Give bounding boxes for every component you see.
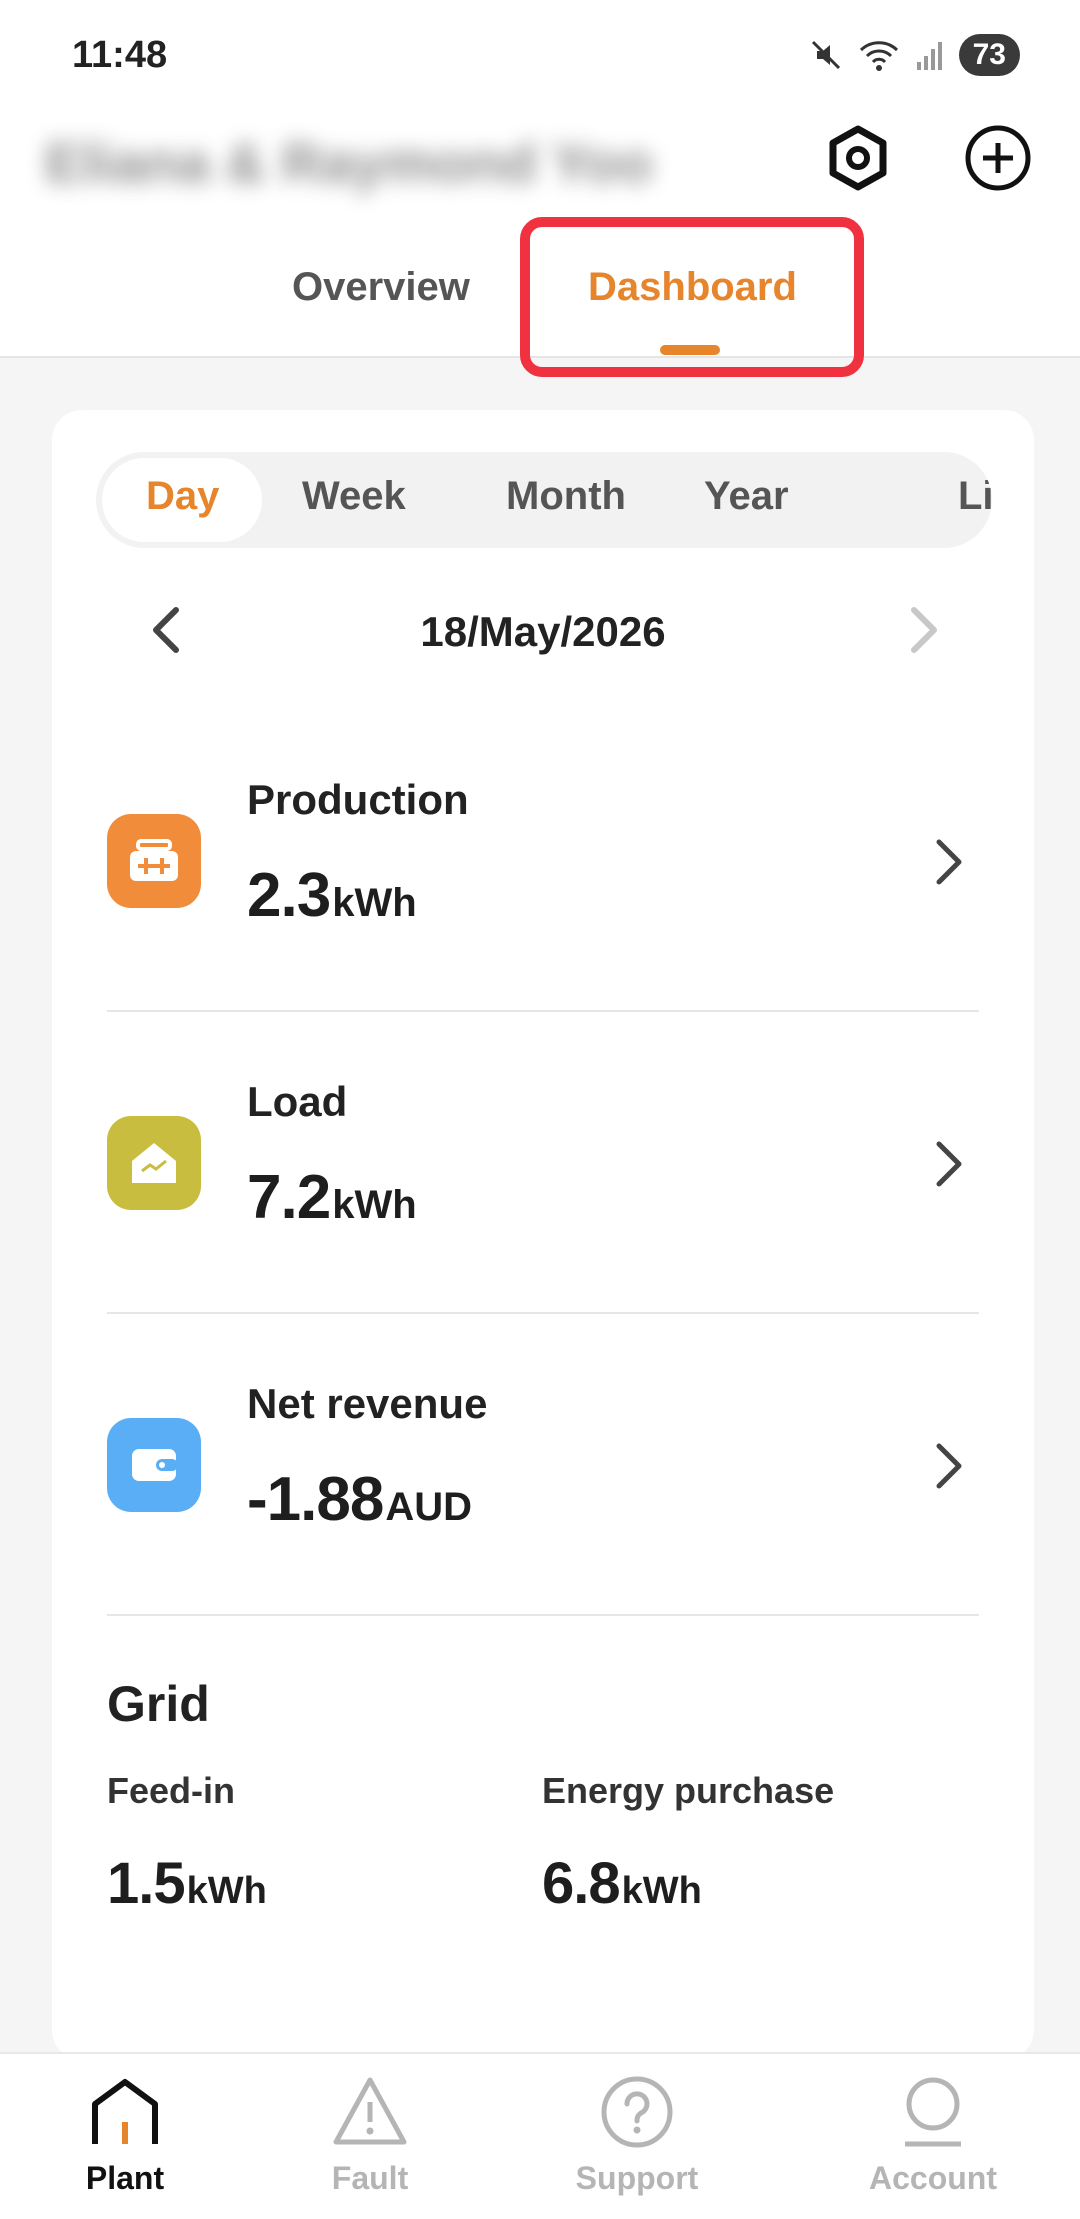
plant-house-icon (25, 2072, 225, 2152)
chevron-right-icon (929, 834, 969, 895)
current-date: 18/May/2026 (420, 608, 666, 655)
net-revenue-label: Net revenue (247, 1380, 488, 1427)
load-number: 7.2 (247, 1163, 331, 1232)
net-revenue-value: -1.88AUD (247, 1464, 472, 1535)
plant-name[interactable]: Eliana & Raymond Yoo (45, 130, 765, 198)
nav-account[interactable]: Account (833, 2072, 1033, 2197)
feed-in-number: 1.5 (107, 1851, 186, 1916)
feed-in-block: Feed-in 1.5kWh (107, 1770, 267, 1917)
dashboard-highlight-box (520, 217, 864, 377)
home-load-icon (107, 1116, 201, 1210)
period-day[interactable]: Day (146, 474, 219, 519)
status-time: 11:48 (72, 34, 168, 76)
add-button[interactable] (958, 118, 1038, 198)
chevron-right-icon (929, 1136, 969, 1197)
energy-purchase-unit: kWh (621, 1870, 702, 1912)
feed-in-value: 1.5kWh (107, 1850, 267, 1917)
production-row[interactable]: Production 2.3kWh (107, 710, 979, 1012)
status-icons: 73 (809, 34, 1020, 76)
dashboard-card: Day Week Month Year Life 18/May/2026 Pro… (52, 410, 1034, 2060)
load-unit: kWh (332, 1183, 417, 1227)
wifi-icon (857, 38, 901, 72)
net-revenue-unit: AUD (385, 1485, 472, 1529)
feed-in-label: Feed-in (107, 1770, 236, 1811)
chevron-right-icon (929, 1438, 969, 1499)
period-week[interactable]: Week (302, 474, 406, 519)
bottom-navigation: Plant Fault Support Account (0, 2052, 1080, 2219)
wallet-icon (107, 1418, 201, 1512)
period-life[interactable]: Life (958, 474, 992, 519)
net-revenue-row[interactable]: Net revenue -1.88AUD (107, 1314, 979, 1616)
load-value: 7.2kWh (247, 1162, 417, 1233)
energy-purchase-label: Energy purchase (542, 1770, 835, 1811)
production-value: 2.3kWh (247, 860, 417, 931)
nav-fault[interactable]: Fault (270, 2072, 470, 2197)
settings-hex-icon (829, 125, 887, 191)
feed-in-unit: kWh (186, 1870, 267, 1912)
nav-support[interactable]: Support (537, 2072, 737, 2197)
add-circle-icon (965, 125, 1031, 191)
load-row[interactable]: Load 7.2kWh (107, 1012, 979, 1314)
net-revenue-number: -1.88 (247, 1465, 384, 1534)
chevron-right-icon (911, 607, 937, 653)
next-date-button[interactable] (898, 600, 948, 665)
nav-fault-label: Fault (331, 2160, 409, 2196)
energy-purchase-value: 6.8kWh (542, 1850, 834, 1917)
grid-section-title: Grid (107, 1676, 210, 1732)
nav-plant-label: Plant (85, 2160, 165, 2196)
app-header: 11:48 73 Eliana & Raymond Yoo Overview D… (0, 0, 1080, 377)
production-label: Production (247, 776, 469, 823)
question-icon (537, 2072, 737, 2152)
production-number: 2.3 (247, 861, 331, 930)
solar-panel-icon (107, 814, 201, 908)
nav-support-label: Support (575, 2160, 699, 2196)
nav-account-label: Account (869, 2160, 997, 2196)
app-screen: 11:48 73 Eliana & Raymond Yoo Overview D… (0, 0, 1080, 2219)
energy-purchase-block: Energy purchase 6.8kWh (542, 1770, 834, 1917)
tab-overview[interactable]: Overview (292, 265, 470, 310)
date-navigator: 18/May/2026 (52, 590, 1034, 670)
energy-purchase-number: 6.8 (542, 1851, 621, 1916)
period-selector: Day Week Month Year Life (96, 452, 992, 548)
nav-plant[interactable]: Plant (25, 2072, 225, 2197)
settings-button[interactable] (818, 118, 898, 198)
account-icon (833, 2072, 1033, 2152)
battery-indicator: 73 (958, 34, 1020, 76)
signal-icon (915, 38, 945, 72)
period-year[interactable]: Year (704, 474, 789, 519)
production-unit: kWh (332, 881, 417, 925)
load-label: Load (247, 1078, 348, 1125)
warning-icon (270, 2072, 470, 2152)
period-month[interactable]: Month (506, 474, 626, 519)
mute-icon (809, 38, 843, 72)
